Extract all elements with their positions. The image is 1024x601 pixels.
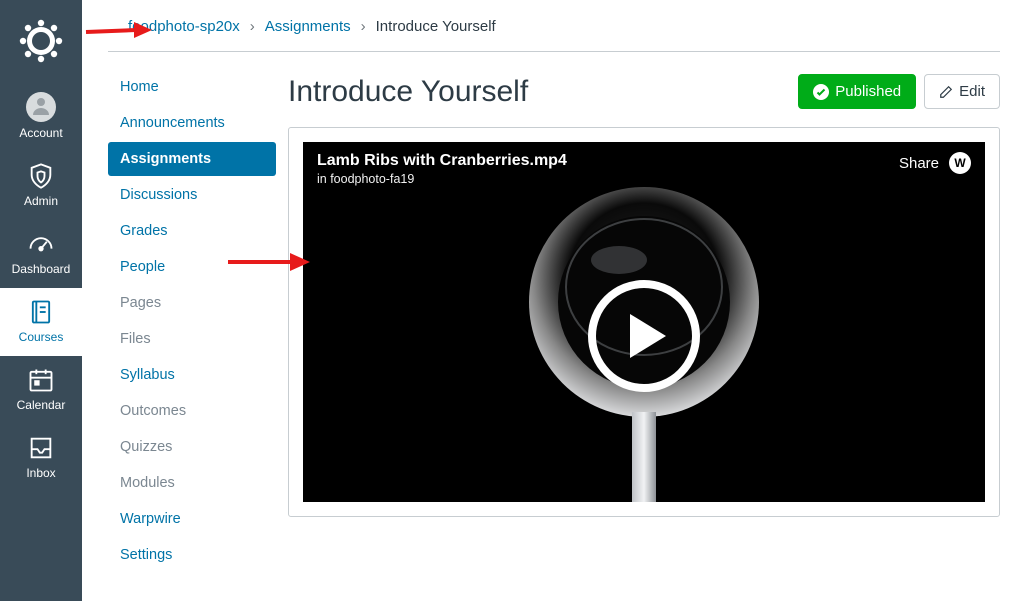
play-button[interactable] [588, 280, 700, 392]
global-nav-label: Account [4, 126, 78, 140]
global-nav-admin[interactable]: Admin [0, 152, 82, 220]
breadcrumb-section-link[interactable]: Assignments [265, 18, 351, 35]
global-nav-account[interactable]: Account [0, 82, 82, 152]
course-nav-warpwire[interactable]: Warpwire [108, 502, 276, 536]
course-nav-assignments[interactable]: Assignments [108, 142, 276, 176]
calendar-icon [27, 366, 55, 394]
main-region: foodphoto-sp20x › Assignments › Introduc… [82, 0, 1024, 601]
course-nav-grades[interactable]: Grades [108, 214, 276, 248]
page-title: Introduce Yourself [288, 75, 528, 109]
check-circle-icon [813, 84, 829, 100]
course-nav-outcomes[interactable]: Outcomes [108, 394, 276, 428]
global-nav-label: Calendar [4, 398, 78, 412]
global-nav-label: Admin [4, 194, 78, 208]
canvas-logo[interactable] [0, 0, 82, 82]
global-nav-label: Inbox [4, 466, 78, 480]
page-body: Introduce Yourself Published Edit [276, 52, 1000, 601]
edit-button[interactable]: Edit [924, 74, 1000, 109]
breadcrumb-current: Introduce Yourself [376, 18, 496, 35]
published-label: Published [835, 83, 901, 100]
global-nav-dashboard[interactable]: Dashboard [0, 220, 82, 288]
pencil-icon [939, 85, 953, 99]
course-nav-discussions[interactable]: Discussions [108, 178, 276, 212]
play-icon [630, 314, 666, 358]
global-nav-label: Courses [4, 330, 78, 344]
edit-label: Edit [959, 83, 985, 100]
course-nav-people[interactable]: People [108, 250, 276, 284]
course-nav-files[interactable]: Files [108, 322, 276, 356]
gauge-icon [27, 230, 55, 258]
course-nav: Home Announcements Assignments Discussio… [108, 52, 276, 601]
breadcrumb: foodphoto-sp20x › Assignments › Introduc… [128, 18, 496, 35]
shield-icon [27, 162, 55, 190]
published-button[interactable]: Published [798, 74, 916, 109]
video-player[interactable]: Lamb Ribs with Cranberries.mp4 in foodph… [303, 142, 985, 502]
book-icon [27, 298, 55, 326]
course-nav-home[interactable]: Home [108, 70, 276, 104]
course-nav-modules[interactable]: Modules [108, 466, 276, 500]
breadcrumb-course-link[interactable]: foodphoto-sp20x [128, 18, 240, 35]
avatar-icon [26, 92, 56, 122]
page-header: Introduce Yourself Published Edit [288, 74, 1000, 109]
global-nav-calendar[interactable]: Calendar [0, 356, 82, 424]
course-nav-quizzes[interactable]: Quizzes [108, 430, 276, 464]
course-nav-pages[interactable]: Pages [108, 286, 276, 320]
inbox-icon [27, 434, 55, 462]
global-nav-courses[interactable]: Courses [0, 288, 82, 356]
chevron-right-icon: › [250, 18, 255, 35]
global-nav-label: Dashboard [4, 262, 78, 276]
header-actions: Published Edit [798, 74, 1000, 109]
breadcrumb-row: foodphoto-sp20x › Assignments › Introduc… [108, 0, 1000, 52]
global-nav-inbox[interactable]: Inbox [0, 424, 82, 492]
assignment-content-card: Lamb Ribs with Cranberries.mp4 in foodph… [288, 127, 1000, 517]
course-nav-announcements[interactable]: Announcements [108, 106, 276, 140]
global-nav: Account Admin Dashboard Courses Calendar… [0, 0, 82, 601]
course-nav-syllabus[interactable]: Syllabus [108, 358, 276, 392]
canvas-logo-icon [19, 19, 63, 63]
chevron-right-icon: › [361, 18, 366, 35]
course-nav-settings[interactable]: Settings [108, 538, 276, 572]
